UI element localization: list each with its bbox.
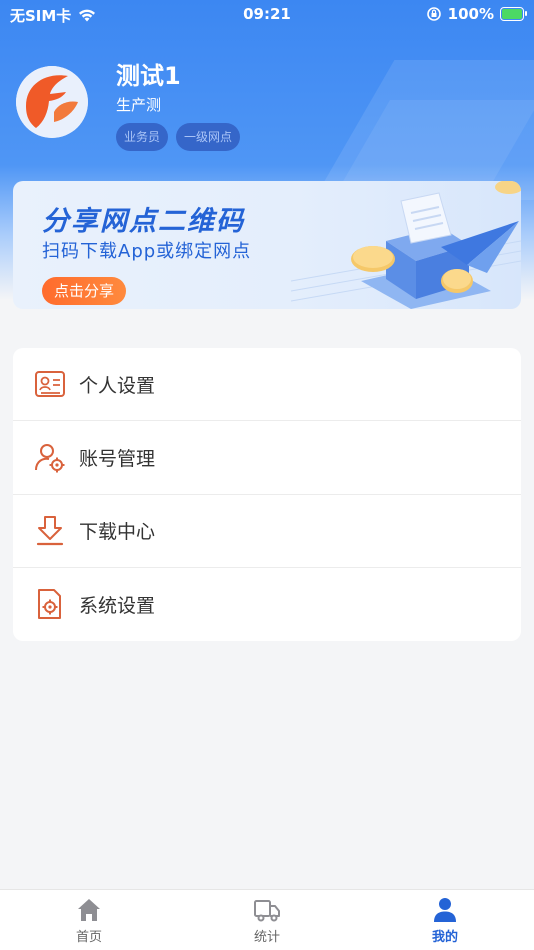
tab-label: 我的 (431, 930, 458, 945)
truck-icon (254, 900, 280, 922)
battery-icon (500, 7, 527, 21)
brand-logo-icon (16, 66, 88, 138)
user-gear-icon (35, 444, 65, 473)
document-gear-icon (38, 589, 61, 620)
share-button[interactable]: 点击分享 (42, 277, 127, 305)
download-icon (36, 515, 64, 545)
tab-mine[interactable]: 我的 (356, 890, 534, 950)
menu-item-label: 个人设置 (79, 374, 156, 397)
menu-item-personal-settings[interactable]: 个人设置 (13, 348, 521, 422)
status-right-group: 100% (426, 5, 527, 23)
menu-item-account-management[interactable]: 账号管理 (13, 421, 521, 495)
banner-subtitle: 扫码下载App或绑定网点 (42, 241, 252, 262)
tab-label: 统计 (253, 930, 280, 945)
status-bar: 无SIM卡 09:21 100% (0, 0, 534, 28)
avatar[interactable] (16, 66, 88, 138)
menu-item-label: 账号管理 (79, 447, 156, 470)
id-card-icon (35, 371, 65, 398)
user-organization: 生产测 (116, 96, 162, 114)
menu-item-download-center[interactable]: 下载中心 (13, 495, 521, 568)
bottom-tab-bar: 首页 统计 我的 (0, 889, 534, 950)
banner-title: 分享网点二维码 (42, 206, 245, 237)
tab-statistics[interactable]: 统计 (178, 890, 356, 950)
role-tags: 业务员 一级网点 (116, 123, 241, 151)
orientation-lock-icon (426, 7, 441, 21)
tab-label: 首页 (75, 930, 102, 945)
box-illustration-icon (291, 181, 521, 309)
settings-menu: 个人设置 账号管理 下载中心 系统设置 (13, 348, 521, 641)
menu-item-system-settings[interactable]: 系统设置 (13, 568, 521, 641)
tab-home[interactable]: 首页 (0, 890, 178, 950)
battery-percent: 100% (447, 5, 494, 23)
user-name: 测试1 (116, 62, 181, 90)
home-icon (78, 899, 100, 921)
level-tag: 一级网点 (176, 123, 241, 151)
menu-item-label: 系统设置 (79, 594, 156, 617)
role-tag: 业务员 (116, 123, 169, 151)
menu-item-label: 下载中心 (79, 521, 156, 544)
share-qr-banner[interactable]: 分享网点二维码 扫码下载App或绑定网点 点击分享 (13, 181, 521, 309)
person-icon (434, 898, 456, 922)
